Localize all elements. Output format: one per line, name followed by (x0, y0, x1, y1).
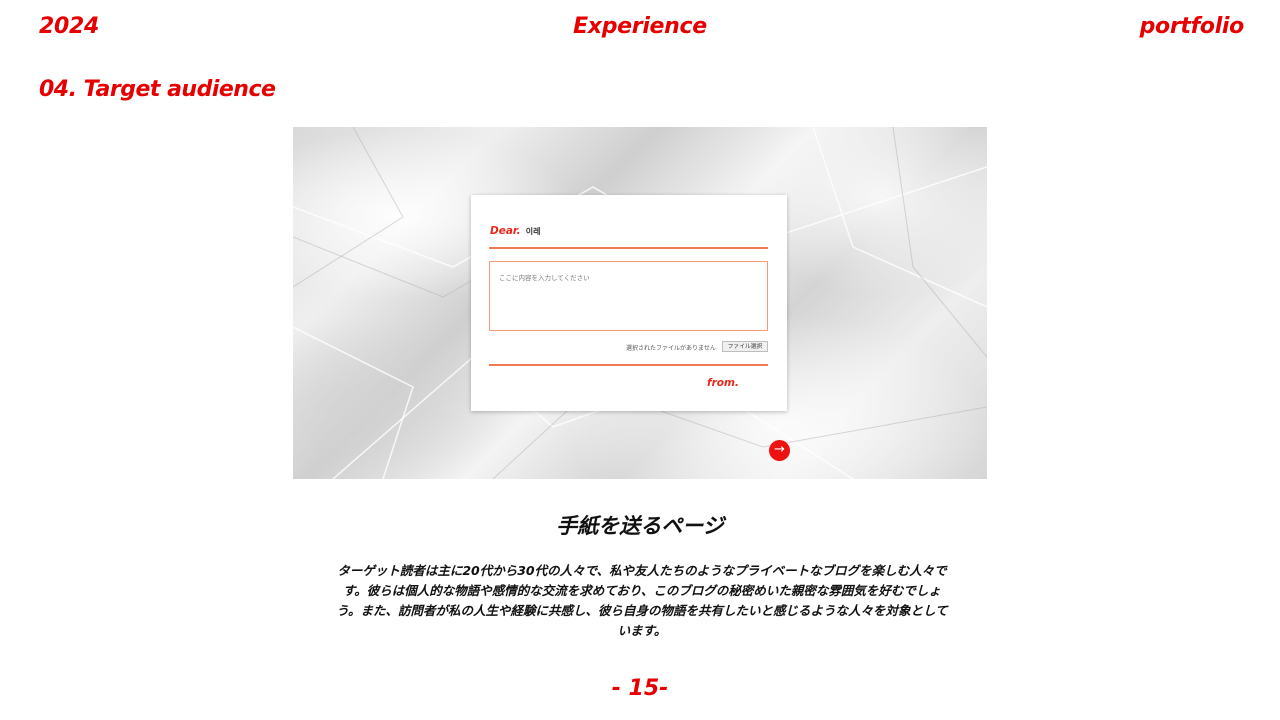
message-placeholder: ここに内容を入力してください (499, 274, 590, 282)
section-title: 04. Target audience (39, 77, 276, 102)
dear-label: Dear. (490, 225, 521, 237)
message-textarea[interactable]: ここに内容を入力してください (489, 261, 768, 331)
file-select-button[interactable]: ファイル選択 (722, 341, 768, 352)
page-number: - 15- (611, 676, 669, 701)
dear-row: Dear. 이레 (490, 225, 541, 237)
header-portfolio: portfolio (1139, 14, 1245, 39)
letter-page-screenshot: Dear. 이레 ここに内容を入力してください 選択されたファイルがありません … (293, 127, 987, 479)
file-status-text: 選択されたファイルがありません (626, 345, 716, 352)
bottom-divider (489, 364, 768, 366)
dear-name: 이레 (525, 227, 541, 236)
letter-card: Dear. 이레 ここに内容を入力してください 選択されたファイルがありません … (471, 195, 787, 411)
caption-body: ターゲット読者は主に20代から30代の人々で、私や友人たちのようなプライベートな… (336, 563, 948, 638)
caption-title: 手紙を送るページ (556, 514, 724, 538)
top-divider (489, 247, 768, 249)
from-label: from. (707, 377, 739, 389)
header-title: Experience (573, 14, 707, 39)
next-arrow-button[interactable]: → (769, 440, 790, 461)
